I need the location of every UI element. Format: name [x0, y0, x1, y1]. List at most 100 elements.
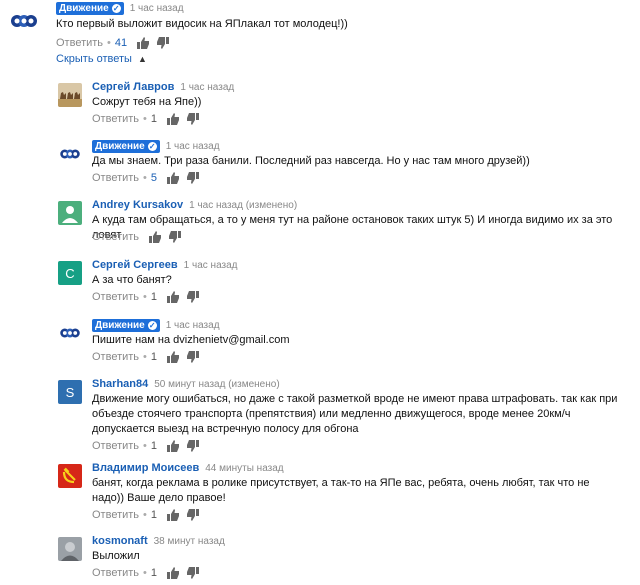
thumb-up-icon[interactable] [137, 37, 150, 49]
timestamp[interactable]: 50 минут назад (изменено) [154, 379, 279, 390]
logo-circles-icon [8, 5, 40, 37]
author-name: Движение [95, 141, 145, 152]
reply-comment: kosmonaft 38 минут назад Выложил Ответить • 1 [0, 532, 640, 585]
avatar[interactable] [8, 5, 40, 37]
comment-actions: Ответить • 1 [92, 567, 200, 579]
comment-actions: Ответить • 1 [92, 509, 200, 521]
thumb-down-icon[interactable] [157, 37, 170, 49]
like-count: 41 [114, 37, 128, 49]
comment-header: kosmonaft 38 минут назад [92, 535, 225, 547]
comment-text: А за что банят? [92, 274, 172, 286]
comment-actions: Ответить • 1 [92, 351, 200, 363]
comment-header: Andrey Kursakov 1 час назад (изменено) [92, 199, 297, 211]
thumb-down-icon[interactable] [169, 231, 182, 243]
comment-text: Пишите нам на dvizhenietv@gmail.com [92, 334, 290, 346]
comment-actions: Ответить • 41 [56, 37, 170, 49]
thumb-up-icon[interactable] [167, 172, 180, 184]
comment-text: Сожрут тебя на Япе)) [92, 96, 202, 108]
comment-actions: Ответить [92, 231, 182, 243]
thumb-down-icon[interactable] [187, 172, 200, 184]
author-badge[interactable]: Движение ✓ [92, 319, 160, 332]
avatar[interactable]: С [58, 261, 82, 285]
avatar[interactable]: S [58, 380, 82, 404]
thumb-up-icon[interactable] [167, 567, 180, 579]
like-count: 1 [150, 351, 158, 363]
reply-comment: Движение ✓ 1 час назад Пишите нам на dvizhe… [0, 316, 640, 369]
thumb-down-icon[interactable] [187, 291, 200, 303]
avatar[interactable] [58, 464, 82, 488]
hide-replies-label: Скрыть ответы [56, 53, 132, 65]
comment-text: Выложил [92, 550, 140, 562]
reply-button[interactable]: Ответить [92, 172, 139, 184]
comment-header: Движение ✓ 1 час назад [56, 2, 184, 15]
like-count: 1 [150, 113, 158, 125]
author-name[interactable]: Владимир Моисеев [92, 462, 199, 474]
timestamp[interactable]: 1 час назад [166, 141, 220, 152]
comment-text: Да мы знаем. Три раза банили. Последний … [92, 155, 530, 167]
svg-text:С: С [65, 266, 74, 281]
avatar[interactable] [58, 201, 82, 225]
comment-text: банят, когда реклама в ролике присутству… [92, 477, 590, 504]
comment-actions: Ответить • 1 [92, 440, 200, 452]
reply-comment: Движение ✓ 1 час назад Да мы знаем. Три раз… [0, 137, 640, 190]
thumb-down-icon[interactable] [187, 440, 200, 452]
author-badge[interactable]: Движение ✓ [56, 2, 124, 15]
avatar[interactable] [58, 142, 82, 166]
timestamp[interactable]: 1 час назад [180, 82, 234, 93]
timestamp[interactable]: 1 час назад [166, 320, 220, 331]
like-count: 5 [150, 172, 158, 184]
separator-dot: • [143, 567, 147, 579]
author-name[interactable]: Сергей Сергеев [92, 259, 178, 271]
reply-comment: Сергей Лавров 1 час назад Сожрут тебя на Я… [0, 78, 640, 131]
avatar[interactable] [58, 83, 82, 107]
like-count: 1 [150, 440, 158, 452]
comment-header: Sharhan84 50 минут назад (изменено) [92, 378, 280, 390]
reply-button[interactable]: Ответить [92, 113, 139, 125]
separator-dot: • [143, 509, 147, 521]
author-name: Движение [95, 320, 145, 331]
reply-button[interactable]: Ответить [92, 509, 139, 521]
comment-text: Кто первый выложит видосик на ЯПлакал то… [56, 18, 348, 30]
author-name[interactable]: Sharhan84 [92, 378, 148, 390]
thumb-up-icon[interactable] [167, 291, 180, 303]
reply-button[interactable]: Ответить [92, 440, 139, 452]
thumb-up-icon[interactable] [149, 231, 162, 243]
thumb-up-icon[interactable] [167, 351, 180, 363]
thumb-down-icon[interactable] [187, 509, 200, 521]
thumb-up-icon[interactable] [167, 509, 180, 521]
thumb-down-icon[interactable] [187, 351, 200, 363]
reply-button[interactable]: Ответить [92, 567, 139, 579]
thumb-down-icon[interactable] [187, 567, 200, 579]
timestamp[interactable]: 1 час назад (изменено) [189, 200, 297, 211]
reply-button[interactable]: Ответить [56, 37, 103, 49]
reply-button[interactable]: Ответить [92, 351, 139, 363]
timestamp[interactable]: 1 час назад [130, 3, 184, 14]
comment-header: Движение ✓ 1 час назад [92, 140, 220, 153]
verified-check-icon: ✓ [111, 4, 121, 13]
like-count: 1 [150, 509, 158, 521]
timestamp[interactable]: 38 минут назад [154, 536, 225, 547]
thumb-up-icon[interactable] [167, 440, 180, 452]
reply-button[interactable]: Ответить [92, 231, 139, 243]
top-comment: Движение ✓ 1 час назад Кто первый выложит… [0, 0, 640, 55]
reply-comment: Владимир Моисеев 44 минуты назад банят, ко… [0, 459, 640, 527]
reply-button[interactable]: Ответить [92, 291, 139, 303]
author-badge[interactable]: Движение ✓ [92, 140, 160, 153]
author-name[interactable]: Сергей Лавров [92, 81, 174, 93]
separator-dot: • [143, 291, 147, 303]
svg-text:S: S [66, 385, 75, 400]
separator-dot: • [143, 113, 147, 125]
author-name[interactable]: kosmonaft [92, 535, 148, 547]
timestamp[interactable]: 44 минуты назад [205, 463, 283, 474]
hide-replies-button[interactable]: Скрыть ответы ▲ [56, 53, 147, 65]
avatar[interactable] [58, 321, 82, 345]
like-count: 1 [150, 567, 158, 579]
comment-header: Сергей Лавров 1 час назад [92, 81, 234, 93]
reply-comment: С Сергей Сергеев 1 час назад А за что банят… [0, 256, 640, 309]
thumb-down-icon[interactable] [187, 113, 200, 125]
thumb-up-icon[interactable] [167, 113, 180, 125]
avatar[interactable] [58, 537, 82, 561]
timestamp[interactable]: 1 час назад [184, 260, 238, 271]
like-count: 1 [150, 291, 158, 303]
author-name[interactable]: Andrey Kursakov [92, 199, 183, 211]
